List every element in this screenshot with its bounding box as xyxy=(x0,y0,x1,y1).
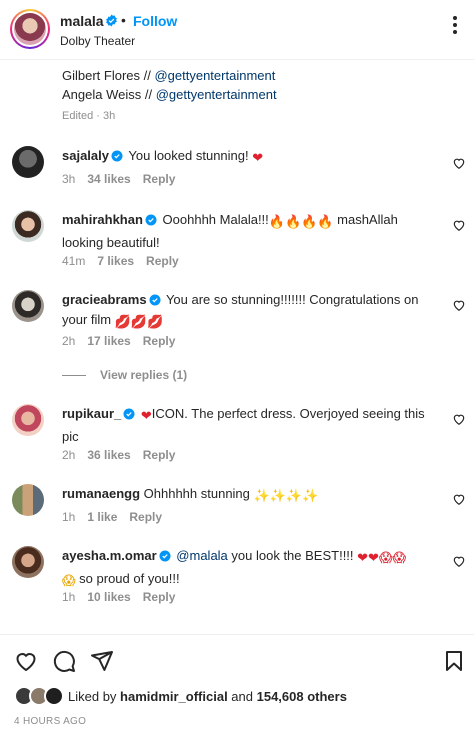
comment-like-heart-icon[interactable] xyxy=(452,156,466,170)
commenter-avatar[interactable] xyxy=(12,484,44,516)
comment-meta: 3h 34 likes Reply xyxy=(62,172,176,186)
comment-username[interactable]: ayesha.m.omar xyxy=(62,548,157,563)
reply-button[interactable]: Reply xyxy=(143,590,176,604)
verified-badge-icon xyxy=(145,214,157,226)
header-separator: • xyxy=(121,12,126,28)
commenter-avatar[interactable] xyxy=(12,290,44,322)
commenter-avatar[interactable] xyxy=(12,546,44,578)
reply-button[interactable]: Reply xyxy=(146,254,179,268)
comment-text: sajalaly You looked stunning! ❤ xyxy=(62,146,442,169)
comment-text: mahirahkhan Ooohhhh Malala!!!🔥🔥🔥🔥 mashAl… xyxy=(62,212,398,250)
reply-button[interactable]: Reply xyxy=(143,448,176,462)
post-action-bar xyxy=(0,634,474,684)
share-icon[interactable] xyxy=(90,649,114,673)
commenter-avatar[interactable] xyxy=(12,404,44,436)
caption-line: Gilbert Flores // @gettyentertainment xyxy=(62,68,276,83)
comment-meta: 2h 17 likes Reply xyxy=(62,334,176,348)
liker-avatar[interactable] xyxy=(44,686,64,706)
comment-mention-link[interactable]: @malala xyxy=(176,548,228,563)
comment-meta: 1h 10 likes Reply xyxy=(62,590,176,604)
replies-divider xyxy=(62,375,86,377)
comment-likes[interactable]: 17 likes xyxy=(87,334,130,348)
comment-username[interactable]: gracieabrams xyxy=(62,292,147,307)
commenter-avatar[interactable] xyxy=(12,210,44,242)
post-header: malala • Follow Dolby Theater xyxy=(0,0,474,60)
comment-text: rupikaur_ ❤ICON. The perfect dress. Over… xyxy=(62,406,425,444)
likes-text[interactable]: Liked by hamidmir_official and 154,608 o… xyxy=(68,689,347,704)
follow-button[interactable]: Follow xyxy=(133,13,177,29)
heart-emoji: ❤ xyxy=(140,409,152,424)
caption-line: Angela Weiss // @gettyentertainment xyxy=(62,87,277,102)
comment-meta: 1h 1 like Reply xyxy=(62,510,163,524)
reply-button[interactable]: Reply xyxy=(129,510,162,524)
comment-like-heart-icon[interactable] xyxy=(452,218,466,232)
profile-avatar[interactable] xyxy=(10,9,50,49)
comment-like-heart-icon[interactable] xyxy=(452,554,466,568)
edited-label: Edited · 3h xyxy=(62,110,116,122)
location-link[interactable]: Dolby Theater xyxy=(60,34,135,48)
scream-emoji: 😱 xyxy=(62,574,76,589)
more-options-icon[interactable] xyxy=(452,16,458,36)
comment-username[interactable]: mahirahkhan xyxy=(62,212,143,227)
caption-tag-link[interactable]: @gettyentertainment xyxy=(154,68,275,83)
sparkles-emoji: ✨✨✨✨ xyxy=(253,489,319,504)
post-timestamp: 4 HOURS AGO xyxy=(14,716,87,727)
comment-likes[interactable]: 36 likes xyxy=(87,448,130,462)
liker-username[interactable]: hamidmir_official xyxy=(120,689,228,704)
verified-badge-icon xyxy=(111,150,123,162)
comment-username[interactable]: rupikaur_ xyxy=(62,406,121,421)
heart-emoji: ❤ xyxy=(252,151,264,166)
commenter-avatar[interactable] xyxy=(12,146,44,178)
comment-like-heart-icon[interactable] xyxy=(452,492,466,506)
comment-username[interactable]: sajalaly xyxy=(62,148,109,163)
verified-badge-icon xyxy=(149,294,161,306)
comment-username[interactable]: rumanaengg xyxy=(62,486,140,501)
comment-meta: 41m 7 likes Reply xyxy=(62,254,179,268)
comment-likes[interactable]: 34 likes xyxy=(87,172,130,186)
reply-button[interactable]: Reply xyxy=(143,334,176,348)
fire-emoji: 🔥🔥🔥🔥 xyxy=(268,215,334,230)
view-replies-button[interactable]: View replies (1) xyxy=(62,368,187,382)
likes-summary: Liked by hamidmir_official and 154,608 o… xyxy=(0,684,474,710)
comment-likes[interactable]: 10 likes xyxy=(87,590,130,604)
verified-badge-icon xyxy=(106,14,117,27)
header-username[interactable]: malala xyxy=(60,13,104,29)
comment-text: ayesha.m.omar @malala you look the BEST!… xyxy=(62,546,442,592)
caption-tag-link[interactable]: @gettyentertainment xyxy=(156,87,277,102)
heart-scream-emoji: ❤❤😱😱 xyxy=(357,551,407,566)
comment-likes[interactable]: 7 likes xyxy=(97,254,134,268)
heart-icon[interactable] xyxy=(14,649,38,673)
reply-button[interactable]: Reply xyxy=(143,172,176,186)
verified-badge-icon xyxy=(159,550,171,562)
bookmark-icon[interactable] xyxy=(442,649,466,673)
comment-like-heart-icon[interactable] xyxy=(452,298,466,312)
kiss-emoji: 💋💋💋 xyxy=(114,315,164,330)
comment-text: gracieabrams You are so stunning!!!!!!! … xyxy=(62,290,442,333)
comment-meta: 2h 36 likes Reply xyxy=(62,448,176,462)
comment-text: rumanaengg Ohhhhhh stunning ✨✨✨✨ xyxy=(62,484,442,507)
comment-like-heart-icon[interactable] xyxy=(452,412,466,426)
comment-icon[interactable] xyxy=(52,649,76,673)
verified-badge-icon xyxy=(123,408,135,420)
comment-likes[interactable]: 1 like xyxy=(87,510,117,524)
likes-count[interactable]: 154,608 others xyxy=(257,689,347,704)
